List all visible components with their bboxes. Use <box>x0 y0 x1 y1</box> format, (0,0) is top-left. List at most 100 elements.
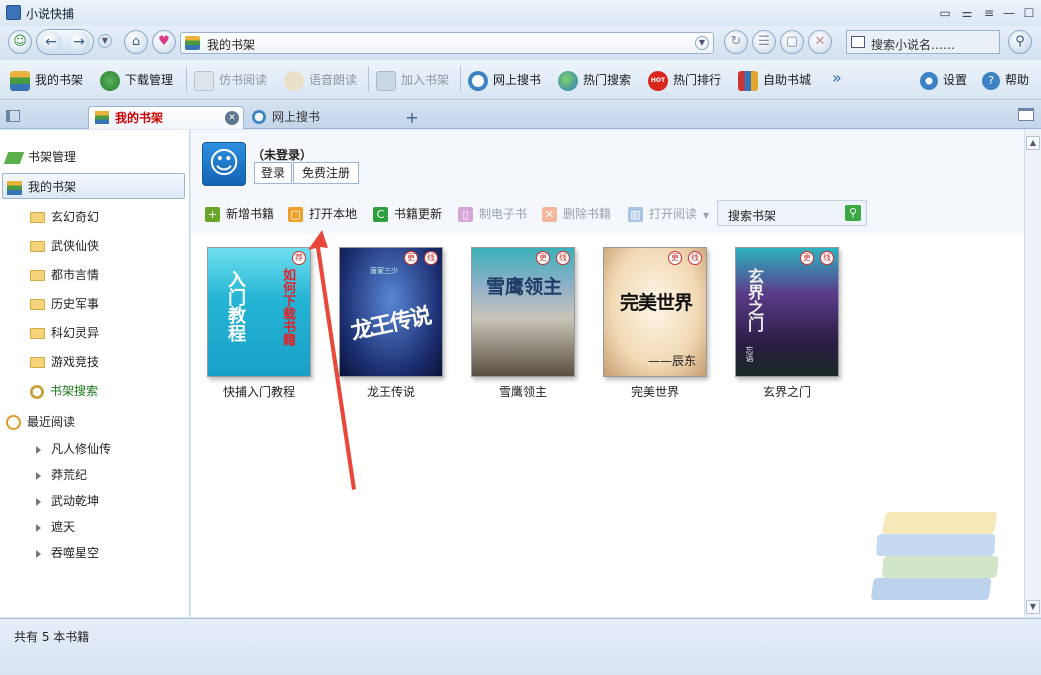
sidebar-item-recent[interactable]: 最近阅读 <box>0 409 190 435</box>
open-read-button[interactable]: ▥ 打开阅读 ▼ <box>628 204 709 224</box>
category-label: 历史军事 <box>51 297 100 311</box>
sidebar-item-category[interactable]: 科幻灵异 <box>0 320 190 346</box>
category-label: 武侠仙侠 <box>51 239 100 253</box>
sidebar-item-shelf-manage[interactable]: 书架管理 <box>0 144 190 170</box>
hot-icon: HOT <box>648 70 668 91</box>
book-cover-tutorial[interactable]: 入门教程 如何下载书籍 荐 <box>207 247 311 377</box>
book-count-text: 共有 5 本书籍 <box>14 630 90 644</box>
sidebar-item-category[interactable]: 游戏竞技 <box>0 349 190 375</box>
magnifier-icon <box>468 70 488 91</box>
book-title[interactable]: 玄界之门 <box>722 383 852 400</box>
window-layout-icon[interactable] <box>1018 108 1034 121</box>
web-search-button[interactable]: 网上搜书 <box>468 68 541 92</box>
more-button[interactable]: » <box>832 66 842 90</box>
cover-author-text: 唐家三少 <box>370 267 398 275</box>
scroll-down-icon[interactable]: ▼ <box>1026 600 1040 614</box>
recent-item[interactable]: 吞噬星空 <box>0 540 190 566</box>
green-book-icon <box>3 151 25 164</box>
shelf-search-label: 书架搜索 <box>50 384 99 398</box>
back-icon[interactable]: ← <box>40 31 62 53</box>
add-books-icon <box>376 70 396 91</box>
magnifier-icon <box>252 110 266 124</box>
scroll-up-icon[interactable]: ▲ <box>1026 136 1040 150</box>
delete-book-button[interactable]: ✕ 删除书籍 <box>542 204 611 224</box>
vertical-scrollbar[interactable]: ▲ ▼ <box>1024 130 1041 617</box>
online-badge: 线 <box>688 251 702 265</box>
top-search-input[interactable]: 搜索小说名…… <box>846 30 1000 54</box>
recent-item[interactable]: 武动乾坤 <box>0 488 190 514</box>
stop-icon[interactable]: ✕ <box>808 30 832 54</box>
open-read-label: 打开阅读 <box>649 207 698 221</box>
tab-web-search[interactable]: 网上搜书 <box>248 106 400 129</box>
recent-item[interactable]: 莽荒纪 <box>0 462 190 488</box>
update-badge: 更 <box>536 251 550 265</box>
refresh-icon[interactable]: ↻ <box>724 30 748 54</box>
book-title[interactable]: 完美世界 <box>590 383 720 400</box>
folder-icon <box>30 270 45 281</box>
my-shelf-button[interactable]: 我的书架 <box>10 68 83 92</box>
login-button[interactable]: 登录 <box>254 162 292 184</box>
book-cover-xuanjie[interactable]: 玄界之门 忘语 更 线 <box>735 247 839 377</box>
recent-item-label: 武动乾坤 <box>51 494 100 508</box>
close-tab-icon[interactable]: ✕ <box>225 111 239 125</box>
sidebar-item-category[interactable]: 历史军事 <box>0 291 190 317</box>
search-icon[interactable]: ⚲ <box>845 205 861 221</box>
voice-read-button[interactable]: 语音朗读 <box>284 68 357 92</box>
sidebar-item-category[interactable]: 都市言情 <box>0 262 190 288</box>
folder-icon <box>30 212 45 223</box>
bookstore-button[interactable]: 自助书城 <box>738 68 811 92</box>
minimize-button[interactable]: — <box>1000 4 1018 22</box>
cover-right-text: 如何下载书籍 <box>280 268 295 346</box>
shelf-search-input[interactable]: 搜索书架 ⚲ <box>717 200 867 226</box>
page-icon[interactable]: ▢ <box>780 30 804 54</box>
settings-button[interactable]: 设置 <box>920 68 967 92</box>
search-icon[interactable]: ⚲ <box>1008 30 1032 54</box>
sidebar-toggle-icon[interactable] <box>6 110 20 122</box>
skin-icon[interactable]: ⚌ <box>958 4 976 22</box>
tab-my-shelf[interactable]: 我的书架 ✕ <box>88 106 244 129</box>
user-icon[interactable]: ☺ <box>8 30 32 54</box>
sidebar-item-my-shelf[interactable]: 我的书架 <box>2 173 185 199</box>
web-search-label: 网上搜书 <box>493 73 542 87</box>
help-button[interactable]: ? 帮助 <box>982 68 1029 92</box>
maximize-button[interactable]: ☐ <box>1020 4 1038 22</box>
top-search-placeholder: 搜索小说名…… <box>871 38 956 52</box>
add-to-shelf-button[interactable]: 加入书架 <box>376 68 449 92</box>
recent-item[interactable]: 遮天 <box>0 514 190 540</box>
download-manager-button[interactable]: 下载管理 <box>100 68 173 92</box>
new-tab-icon[interactable]: + <box>404 110 420 126</box>
hot-search-button[interactable]: 热门搜索 <box>558 68 631 92</box>
address-dropdown-icon[interactable]: ▼ <box>695 36 709 50</box>
update-books-button[interactable]: C 书籍更新 <box>373 204 442 224</box>
favorite-icon[interactable]: ♥ <box>152 30 176 54</box>
hot-rank-button[interactable]: HOT 热门排行 <box>648 68 721 92</box>
cover-author-text: ——辰东 <box>648 354 697 368</box>
chevron-right-icon <box>36 549 41 558</box>
recent-item[interactable]: 凡人修仙传 <box>0 436 190 462</box>
book-cover-xueying[interactable]: 雪鹰领主 更 线 <box>471 247 575 377</box>
read-button[interactable]: 仿书阅读 <box>194 68 267 92</box>
my-shelf-label: 我的书架 <box>28 180 77 194</box>
home-icon[interactable]: ⌂ <box>124 30 148 54</box>
book-cover-wanmei[interactable]: 完美世界 ——辰东 更 线 <box>603 247 707 377</box>
tab-web-search-label: 网上搜书 <box>272 110 321 124</box>
book-title[interactable]: 雪鹰领主 <box>458 383 588 400</box>
feedback-icon[interactable]: ▭ <box>936 4 954 22</box>
sidebar-item-shelf-search[interactable]: 书架搜索 <box>0 378 190 404</box>
register-button[interactable]: 免费注册 <box>293 162 359 184</box>
list-view-icon[interactable]: ☰ <box>752 30 776 54</box>
address-field[interactable]: 我的书架 ▼ <box>180 32 714 54</box>
history-dropdown-icon[interactable]: ▼ <box>98 34 112 48</box>
avatar[interactable]: ☺ <box>202 142 246 186</box>
menu-icon[interactable]: ≡ <box>980 4 998 22</box>
book-stack-decoration <box>871 512 999 600</box>
sidebar-item-category[interactable]: 武侠仙侠 <box>0 233 190 259</box>
chevron-down-icon[interactable]: ▼ <box>703 211 709 220</box>
hot-search-label: 热门搜索 <box>583 73 632 87</box>
cover-title-text: 玄界之门 <box>745 268 764 332</box>
add-book-button[interactable]: + 新增书籍 <box>205 204 274 224</box>
make-ebook-button[interactable]: ▯ 制电子书 <box>458 204 527 224</box>
folder-icon <box>30 328 45 339</box>
forward-icon[interactable]: → <box>68 31 90 53</box>
sidebar-item-category[interactable]: 玄幻奇幻 <box>0 204 190 230</box>
